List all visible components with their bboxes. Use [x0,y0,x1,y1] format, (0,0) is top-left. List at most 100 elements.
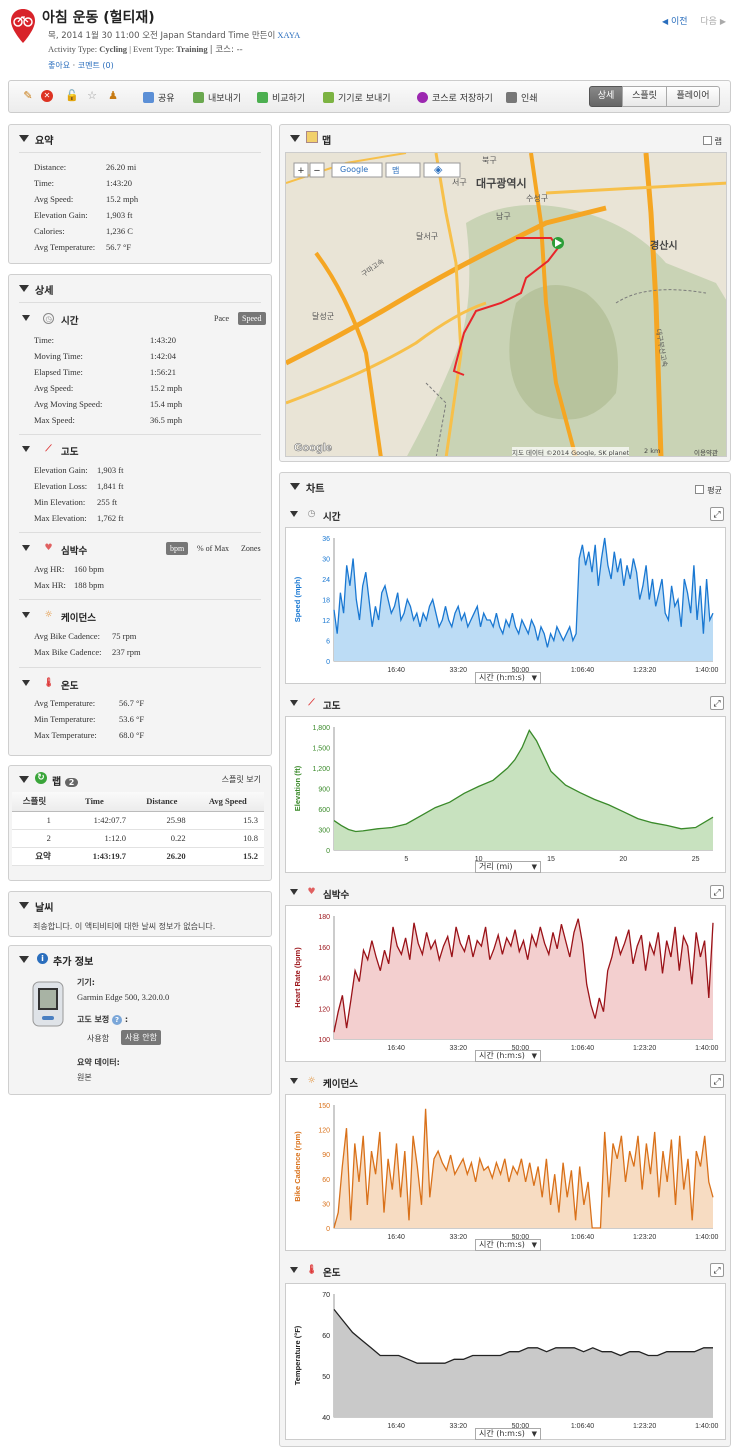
chart-svg: 10012014016018016:40 33:20 50:00 1:06:40 1:2… [293,914,719,1052]
map-terms-link[interactable]: 이용약관 [694,447,718,456]
print-button[interactable]: 인쇄 [506,91,538,104]
x-axis-select[interactable]: 시간 (h:m:s) ▼ [475,1239,541,1251]
route-map[interactable]: + − Google Google 맵 ◈ 대구광역시 경산시 수성구 달서구 … [285,152,727,457]
weather-header[interactable]: 날씨 [9,892,271,918]
cadence-section-header[interactable]: ☼ 케이던스 [9,604,271,626]
stat-row: Avg Temperature: 56.7 °F [34,242,131,252]
y-tick-label: 150 [318,1103,330,1110]
map-label-daegu: 대구광역시 [476,177,527,190]
x-tick-label: 33:20 [449,1045,467,1052]
table-row[interactable]: 2 1:12.0 0.22 10.8 [12,829,264,848]
collapse-triangle-icon [19,285,29,292]
stat-label: Max HR: [34,580,66,590]
expand-chart-icon[interactable]: ⤢ [710,885,724,899]
save-course-button[interactable]: 코스로 저장하기 [417,91,493,104]
view-player-tab[interactable]: 플레이어 [666,86,720,107]
view-splits-tab[interactable]: 스플릿 [622,86,667,107]
stat-value: 15.2 mph [150,383,183,393]
table-cell: 1:42:07.7 [56,811,132,830]
expand-chart-icon[interactable]: ⤢ [710,1263,724,1277]
send-to-device-label: 기기로 보내기 [338,94,391,104]
checkbox-icon [702,136,712,145]
next-link[interactable]: 다음 ▶ [700,17,726,27]
laps-column-header[interactable]: Time [56,792,132,812]
weather-message: 죄송합니다. 이 액티비티에 대한 날씨 정보가 없습니다. [33,922,216,931]
chart-section-header[interactable]: 🌡 온도 [280,1259,730,1281]
x-axis-select[interactable]: 시간 (h:m:s) ▼ [475,672,541,684]
map-header[interactable]: 맵 [280,125,730,151]
x-tick-label: 1:23:20 [633,1234,656,1241]
elevation-section-header[interactable]: ⟋ 고도 [9,438,271,460]
speed-toggle[interactable]: Speed [238,312,266,325]
y-tick-label: 70 [322,1292,330,1299]
use-option[interactable]: 사용함 [87,1033,109,1044]
help-icon[interactable]: ? [112,1015,123,1025]
delete-icon[interactable]: ✕ [41,90,53,102]
author-link[interactable]: XAYA [277,30,300,40]
activity-type-line: Activity Type: Cycling | Event Type: Tra… [48,43,243,55]
y-tick-label: 180 [318,914,330,921]
details-header[interactable]: 상세 [9,275,271,301]
zones-toggle[interactable]: Zones [237,542,265,555]
share-button[interactable]: 공유 [143,91,175,104]
cycling-activity-icon [11,9,35,43]
refresh-icon: ↻ [35,772,47,784]
table-cell: 15.3 [191,811,264,830]
compare-button[interactable]: 비교하기 [257,91,305,104]
laps-column-header[interactable]: Avg Speed [191,792,264,812]
y-tick-label: 50 [322,1374,330,1381]
laps-column-header[interactable]: Distance [131,792,192,812]
chart-section-header[interactable]: ◷ 시간 [280,503,730,525]
charts-header[interactable]: 차트 [280,473,730,499]
star-icon[interactable]: ☆ [86,90,98,102]
map-provider-select[interactable]: Google [340,165,368,174]
y-tick-label: 6 [326,639,330,646]
temperature-section-header[interactable]: 🌡 온도 [9,672,271,694]
summary-header[interactable]: 요약 [9,125,271,151]
x-axis-select[interactable]: 시간 (h:m:s) ▼ [475,1428,541,1440]
next-label: 다음 [700,17,717,27]
export-button[interactable]: 내보내기 [193,91,241,104]
pace-toggle[interactable]: Pace [210,312,233,325]
chart-section-header[interactable]: ⟋ 고도 [280,692,730,714]
expand-chart-icon[interactable]: ⤢ [710,1074,724,1088]
average-checkbox[interactable]: 평균 [695,485,722,496]
prev-arrow-icon: ◀ [661,17,669,26]
expand-chart-icon[interactable]: ⤢ [710,507,724,521]
stat-value: 1,841 ft [97,481,124,491]
y-tick-label: 36 [322,536,330,543]
view-detail-tab[interactable]: 상세 [589,86,623,107]
chart-svg: 4050607016:40 33:20 50:00 1:06:40 1:23:20 1:4… [293,1292,719,1430]
comments-link[interactable]: 코멘트 (0) [78,61,114,70]
prev-link[interactable]: ◀ 이전 [662,17,688,27]
bpm-toggle[interactable]: bpm [166,542,189,555]
percent-max-toggle[interactable]: % of Max [193,542,233,555]
extra-info-header[interactable]: i 추가 정보 [9,946,271,972]
lock-icon[interactable]: 🔓 [65,90,79,102]
edit-pencil-icon[interactable]: ✎ [22,90,34,102]
map-laps-checkbox[interactable]: 랩 [702,136,722,147]
expand-chart-icon[interactable]: ⤢ [710,696,724,710]
stat-value: 15.4 mph [150,399,183,409]
no-use-option[interactable]: 사용 안함 [121,1030,161,1045]
laps-column-header[interactable]: 스플릿 [12,792,57,812]
like-link[interactable]: 좋아요 [48,61,70,70]
layers-icon[interactable]: ◈ [434,163,442,176]
stat-row: Min Temperature: 53.6 °F [34,714,144,724]
chart-section-header[interactable]: ☼ 케이던스 [280,1070,730,1092]
map-label-suseong: 수성구 [526,194,549,203]
person-icon[interactable]: ♟ [107,90,119,102]
split-view-link[interactable]: 스플릿 보기 [222,774,261,785]
x-tick-label: 1:40:00 [695,1234,718,1241]
send-to-device-button[interactable]: 기기로 보내기 [323,91,391,104]
stat-label: Elevation Gain: [34,465,88,475]
map-type-select[interactable]: 맵 [392,165,399,176]
table-row[interactable]: 1 1:42:07.7 25.98 15.3 [12,811,264,830]
stat-row: Avg Speed: 15.2 mph [34,194,138,204]
x-axis-select[interactable]: 시간 (h:m:s) ▼ [475,1050,541,1062]
chart-section-header[interactable]: ♥ 심박수 [280,881,730,903]
x-tick-label: 15 [547,856,555,863]
summary-data-label: 요약 데이터: [77,1058,120,1067]
x-tick-label: 33:20 [449,1423,467,1430]
x-axis-select[interactable]: 거리 (mi) ▼ [475,861,541,873]
